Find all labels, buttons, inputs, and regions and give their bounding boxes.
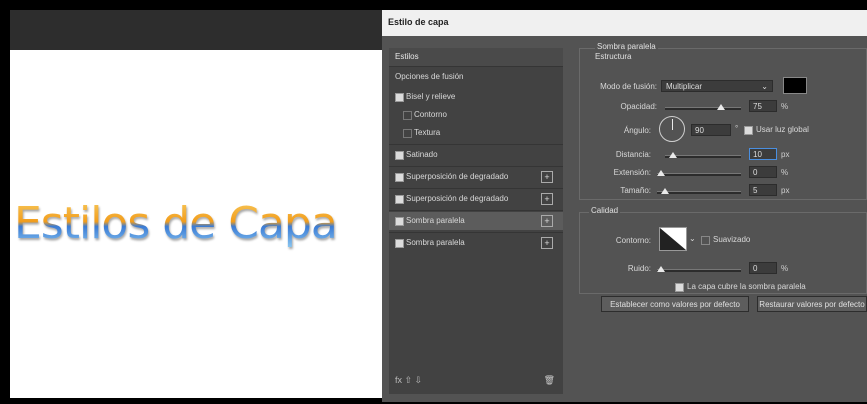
drop-shadow-checkbox[interactable]: [395, 217, 404, 226]
bevel-checkbox[interactable]: [395, 93, 404, 102]
list-item-texture[interactable]: Textura: [389, 124, 563, 142]
add-effect-icon[interactable]: +: [541, 193, 553, 205]
angle-dial[interactable]: [659, 116, 685, 142]
spread-slider-thumb[interactable]: [657, 170, 665, 176]
divider: [389, 210, 563, 211]
distance-label: Distancia:: [615, 150, 651, 159]
gradient-checkbox[interactable]: [395, 195, 404, 204]
contour-curve: [660, 228, 686, 250]
add-effect-icon[interactable]: +: [541, 237, 553, 249]
angle-unit: °: [735, 124, 739, 133]
group-title: Sombra paralela: [595, 42, 658, 51]
global-light-checkbox[interactable]: [744, 126, 753, 135]
size-input[interactable]: 5: [749, 184, 777, 196]
shadow-color-swatch[interactable]: [783, 77, 807, 94]
contour-label: Contorno:: [615, 236, 651, 245]
opacity-input[interactable]: 75: [749, 100, 777, 112]
satin-checkbox[interactable]: [395, 151, 404, 160]
canvas-styled-text: Estilos de Capa: [10, 200, 386, 248]
dialog-title: Estilo de capa: [388, 17, 449, 27]
distance-input[interactable]: 10: [749, 148, 777, 160]
list-item-gradient-overlay-1[interactable]: Superposición de degradado +: [389, 168, 563, 186]
list-item-label: Sombra paralela: [406, 238, 465, 247]
noise-input[interactable]: 0: [749, 262, 777, 274]
list-item-contour[interactable]: Contorno: [389, 106, 563, 124]
divider: [389, 166, 563, 167]
add-effect-icon[interactable]: +: [541, 215, 553, 227]
document-canvas: Estilos de Capa: [10, 50, 382, 398]
global-light-label: Usar luz global: [756, 125, 809, 134]
noise-label: Ruido:: [627, 264, 651, 273]
list-item-label: Superposición de degradado: [406, 194, 509, 203]
texture-checkbox[interactable]: [403, 129, 412, 138]
drop-shadow-checkbox[interactable]: [395, 239, 404, 248]
styles-header-label: Estilos: [395, 52, 419, 61]
antialias-checkbox[interactable]: [701, 236, 710, 245]
structure-title: Estructura: [595, 52, 632, 61]
list-item-label: Satinado: [406, 150, 438, 159]
noise-slider[interactable]: [657, 269, 741, 272]
styles-list: Estilos Opciones de fusión Bisel y relie…: [389, 48, 563, 394]
list-item-gradient-overlay-2[interactable]: Superposición de degradado +: [389, 190, 563, 208]
list-item-drop-shadow-2[interactable]: Sombra paralela +: [389, 234, 563, 252]
list-item-drop-shadow-1[interactable]: Sombra paralela +: [389, 212, 563, 230]
quality-title: Calidad: [589, 206, 621, 215]
contour-dropdown-icon[interactable]: ⌄: [689, 234, 696, 243]
set-default-button[interactable]: Establecer como valores por defecto: [601, 296, 749, 312]
canvas-toolbar-area: [10, 10, 382, 50]
styles-header[interactable]: Estilos: [389, 48, 563, 66]
angle-label: Ángulo:: [623, 126, 651, 135]
size-slider-thumb[interactable]: [661, 188, 669, 194]
divider: [389, 66, 563, 67]
spread-input[interactable]: 0: [749, 166, 777, 178]
list-item-label: Sombra paralela: [406, 216, 465, 225]
spread-label: Extensión:: [613, 168, 651, 177]
noise-slider-thumb[interactable]: [657, 266, 665, 272]
antialias-label: Suavizado: [713, 235, 751, 244]
contour-preview[interactable]: [659, 227, 687, 251]
chevron-down-icon: ⌄: [761, 82, 768, 91]
distance-unit: px: [781, 150, 790, 159]
dialog-titlebar[interactable]: Estilo de capa: [382, 10, 867, 36]
reset-default-button[interactable]: Restaurar valores por defecto: [757, 296, 867, 312]
blend-mode-value: Multiplicar: [666, 82, 703, 91]
list-item-satin[interactable]: Satinado: [389, 146, 563, 164]
layer-style-dialog: Estilo de capa Estilos Opciones de fusió…: [382, 10, 867, 402]
spread-slider[interactable]: [657, 173, 741, 176]
blend-mode-select[interactable]: Multiplicar ⌄: [661, 80, 773, 92]
divider: [389, 188, 563, 189]
spread-unit: %: [781, 168, 789, 177]
blend-mode-label: Modo de fusión:: [600, 82, 657, 91]
angle-needle: [672, 119, 673, 130]
noise-unit: %: [781, 264, 789, 273]
trash-icon[interactable]: 🗑: [544, 375, 555, 386]
list-item-label: Bisel y relieve: [406, 92, 456, 101]
size-unit: px: [781, 186, 790, 195]
list-item-label: Contorno: [414, 110, 447, 119]
gradient-checkbox[interactable]: [395, 173, 404, 182]
distance-slider-thumb[interactable]: [669, 152, 677, 158]
screenshot-frame: Estilos de Capa Estilo de capa Estilos O…: [0, 0, 867, 404]
list-item-label: Textura: [414, 128, 441, 137]
add-effect-icon[interactable]: +: [541, 171, 553, 183]
list-item-bevel-emboss[interactable]: Bisel y relieve: [389, 88, 563, 106]
knockout-label: La capa cubre la sombra paralela: [687, 282, 806, 291]
opacity-slider[interactable]: [665, 107, 741, 110]
list-item-label: Opciones de fusión: [395, 72, 464, 81]
angle-input[interactable]: 90: [691, 124, 731, 136]
opacity-slider-thumb[interactable]: [717, 104, 725, 110]
size-label: Tamaño:: [620, 186, 651, 195]
divider: [389, 232, 563, 233]
knockout-checkbox[interactable]: [675, 283, 684, 292]
contour-checkbox[interactable]: [403, 111, 412, 120]
drop-shadow-panel: Sombra paralela Estructura Modo de fusió…: [577, 40, 867, 394]
size-slider[interactable]: [657, 191, 741, 194]
fx-move-icons[interactable]: fx ⇧ ⇩: [395, 375, 422, 386]
opacity-unit: %: [781, 102, 789, 111]
list-item-label: Superposición de degradado: [406, 172, 509, 181]
opacity-label: Opacidad:: [620, 102, 657, 111]
divider: [389, 144, 563, 145]
list-item-blending-options[interactable]: Opciones de fusión: [389, 68, 563, 86]
